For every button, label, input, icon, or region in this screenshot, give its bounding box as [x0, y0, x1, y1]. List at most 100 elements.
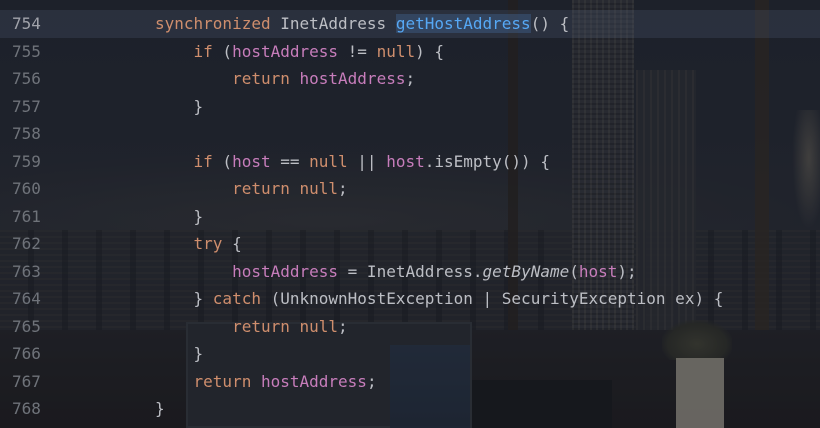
code-token: (	[212, 151, 233, 171]
line-number[interactable]: 767	[12, 368, 62, 396]
code-line[interactable]: 763 hostAddress = InetAddress.getByName(…	[0, 258, 820, 286]
code-editor[interactable]: 754 synchronized InetAddress getHostAddre…	[0, 0, 820, 428]
code-token: if	[193, 151, 213, 171]
code-token: hostAddress	[232, 261, 339, 281]
code-token: return	[232, 69, 290, 88]
code-line[interactable]: 764 } catch (UnknownHostException | Secu…	[0, 285, 820, 313]
code-token: .isEmpty()) {	[424, 151, 550, 171]
code-text[interactable]: if (host == null || host.isEmpty()) {	[155, 148, 550, 176]
code-token: (	[569, 261, 579, 281]
line-number[interactable]: 764	[12, 285, 62, 313]
code-token: try	[193, 234, 223, 253]
code-line[interactable]: 768}	[0, 395, 820, 423]
code-line[interactable]: 757 }	[0, 93, 820, 121]
code-token: = InetAddress.	[338, 261, 483, 281]
code-text[interactable]: return hostAddress;	[155, 368, 377, 396]
line-number[interactable]: 761	[12, 203, 62, 231]
code-text[interactable]: return null;	[155, 175, 348, 203]
code-text[interactable]: return hostAddress;	[155, 65, 415, 93]
code-token: ;	[405, 69, 416, 88]
code-token: }	[155, 399, 165, 418]
code-text[interactable]: try {	[155, 230, 242, 258]
code-token: host	[578, 261, 618, 281]
code-token: ;	[338, 179, 348, 198]
line-number[interactable]: 754	[12, 10, 62, 38]
line-number[interactable]: 768	[12, 395, 62, 423]
code-token: getByName	[482, 261, 570, 281]
code-line[interactable]: 754 synchronized InetAddress getHostAddre…	[0, 10, 820, 38]
code-text[interactable]: return null;	[155, 313, 348, 341]
code-token: (UnknownHostException | SecurityExceptio…	[260, 289, 724, 308]
code-token: null	[376, 41, 416, 61]
code-token: ) {	[415, 41, 444, 61]
code-token: !=	[338, 41, 377, 61]
code-line[interactable]: 761 }	[0, 203, 820, 231]
line-number[interactable]: 765	[12, 313, 62, 341]
code-text[interactable]: hostAddress = InetAddress.getByName(host…	[155, 258, 637, 286]
code-token: return	[193, 371, 252, 391]
code-token: host	[386, 151, 425, 171]
code-token: ==	[270, 151, 310, 171]
code-token: catch	[212, 289, 261, 308]
code-text[interactable]: } catch (UnknownHostException | Security…	[155, 285, 724, 313]
code-token: synchronized	[155, 14, 271, 33]
line-number[interactable]: 762	[12, 230, 62, 258]
line-number[interactable]: 757	[12, 93, 62, 121]
code-line[interactable]: 767 return hostAddress;	[0, 368, 820, 396]
code-text[interactable]: }	[155, 340, 204, 368]
code-line[interactable]: 765 return null;	[0, 313, 820, 341]
line-number[interactable]: 758	[12, 120, 62, 148]
code-text[interactable]: synchronized InetAddress getHostAddress(…	[155, 10, 569, 38]
code-text[interactable]: }	[155, 203, 204, 231]
code-token: (	[212, 41, 233, 61]
code-token: ;	[338, 316, 348, 336]
code-token: null	[299, 316, 339, 336]
code-token: ;	[366, 371, 377, 391]
code-token: hostAddress	[260, 371, 367, 391]
code-token: null	[299, 179, 339, 198]
code-line[interactable]: 758	[0, 120, 820, 148]
code-token: }	[155, 96, 204, 116]
code-line[interactable]: 766 }	[0, 340, 820, 368]
line-number[interactable]: 763	[12, 258, 62, 286]
code-token: }	[155, 289, 213, 308]
code-token: getHostAddress	[395, 14, 531, 33]
line-number[interactable]: 760	[12, 175, 62, 203]
code-line[interactable]: 760 return null;	[0, 175, 820, 203]
code-token: InetAddress	[270, 14, 396, 33]
line-number[interactable]: 759	[12, 148, 62, 176]
code-token: );	[617, 261, 637, 281]
code-token: }	[155, 206, 204, 226]
code-token: ||	[347, 151, 387, 171]
code-line[interactable]: 756 return hostAddress;	[0, 65, 820, 93]
code-token: }	[155, 344, 204, 363]
code-token: () {	[530, 14, 570, 33]
code-line[interactable]: 762 try {	[0, 230, 820, 258]
code-token: hostAddress	[299, 69, 406, 88]
line-number[interactable]: 755	[12, 38, 62, 66]
code-line[interactable]: 759 if (host == null || host.isEmpty()) …	[0, 148, 820, 176]
line-number[interactable]: 756	[12, 65, 62, 93]
code-token: hostAddress	[232, 41, 339, 61]
line-number[interactable]: 766	[12, 340, 62, 368]
code-token: return	[232, 179, 290, 198]
code-text[interactable]: if (hostAddress != null) {	[155, 38, 444, 66]
code-token: {	[222, 234, 242, 253]
code-text[interactable]: }	[155, 395, 165, 423]
code-token: null	[309, 151, 348, 171]
code-text[interactable]: }	[155, 93, 204, 121]
code-token: host	[232, 151, 271, 171]
code-token: if	[193, 41, 213, 61]
code-line[interactable]: 755 if (hostAddress != null) {	[0, 38, 820, 66]
